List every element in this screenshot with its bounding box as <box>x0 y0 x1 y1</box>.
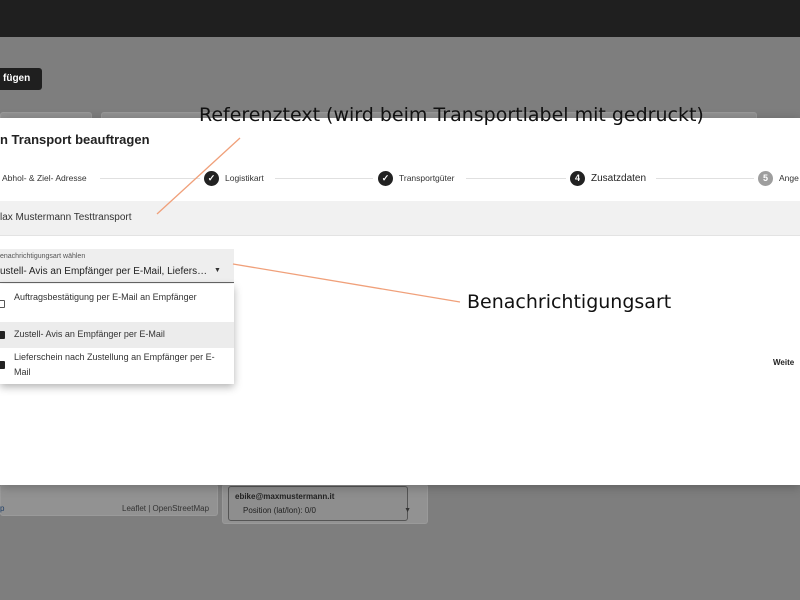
caret-down-icon: ▼ <box>404 507 411 514</box>
checkbox-unchecked-icon[interactable] <box>0 300 5 308</box>
dialog-title: n Transport beauftragen <box>0 132 150 147</box>
stepper: Abhol- & Ziel- Adresse ✓ Logistikart ✓ T… <box>0 169 800 187</box>
step-connector <box>100 178 200 179</box>
step-connector <box>656 178 754 179</box>
select-label: enachrichtigungsart wählen <box>0 253 86 260</box>
add-button[interactable]: fügen <box>0 68 43 90</box>
select-value: ustell- Avis an Empfänger per E-Mail, Li… <box>0 266 208 277</box>
top-app-bar <box>0 0 800 37</box>
checkbox-checked-icon[interactable] <box>0 361 5 369</box>
next-button[interactable]: Weite <box>773 358 794 367</box>
device-email: ebike@maxmustermann.it <box>235 492 335 501</box>
step-goods[interactable]: ✓ Transportgüter <box>378 169 454 187</box>
notification-annotation: Benachrichtigungsart <box>467 291 672 313</box>
option-label: Auftragsbestätigung per E-Mail an Empfän… <box>14 292 197 302</box>
device-select[interactable]: ebike@maxmustermann.it Position (lat/lon… <box>228 486 411 521</box>
reference-text-value: lax Mustermann Testtransport <box>0 212 132 223</box>
step-connector <box>275 178 373 179</box>
check-icon: ✓ <box>378 170 393 186</box>
step-additional-data[interactable]: 4 Zusatzdaten <box>570 169 646 187</box>
step-number: 4 <box>570 170 585 186</box>
step-number: 5 <box>758 170 773 186</box>
step-offers[interactable]: 5 Ange <box>758 169 799 187</box>
step-label: Abhol- & Ziel- Adresse <box>2 173 87 183</box>
dropdown-arrow-icon: ▼ <box>214 267 221 274</box>
map-attribution[interactable]: Leaflet | OpenStreetMap <box>122 504 209 513</box>
check-icon: ✓ <box>204 170 219 186</box>
step-label: Ange <box>779 173 799 183</box>
device-position: Position (lat/lon): 0/0 <box>243 506 316 515</box>
step-label: Logistikart <box>225 173 264 183</box>
step-connector <box>466 178 566 179</box>
step-label: Transportgüter <box>399 173 455 183</box>
option-order-confirmation[interactable]: Auftragsbestätigung per E-Mail an Empfän… <box>0 286 234 322</box>
option-delivery-notice[interactable]: Zustell- Avis an Empfänger per E-Mail <box>0 322 234 348</box>
reference-annotation: Referenztext (wird beim Transportlabel m… <box>199 104 704 126</box>
step-logistics[interactable]: ✓ Logistikart <box>204 169 264 187</box>
option-label: Zustell- Avis an Empfänger per E-Mail <box>14 329 165 339</box>
checkbox-checked-icon[interactable] <box>0 331 5 339</box>
option-delivery-note[interactable]: Lieferschein nach Zustellung an Empfänge… <box>0 348 234 382</box>
step-label: Zusatzdaten <box>591 172 647 184</box>
option-label: Lieferschein nach Zustellung an Empfänge… <box>14 352 215 377</box>
step-addresses[interactable]: Abhol- & Ziel- Adresse <box>2 169 87 187</box>
reference-text-field[interactable]: lax Mustermann Testtransport <box>0 201 800 236</box>
map-link[interactable]: p <box>0 504 4 513</box>
notification-options-menu: Auftragsbestätigung per E-Mail an Empfän… <box>0 284 234 384</box>
notification-type-select[interactable]: enachrichtigungsart wählen ustell- Avis … <box>0 249 234 283</box>
